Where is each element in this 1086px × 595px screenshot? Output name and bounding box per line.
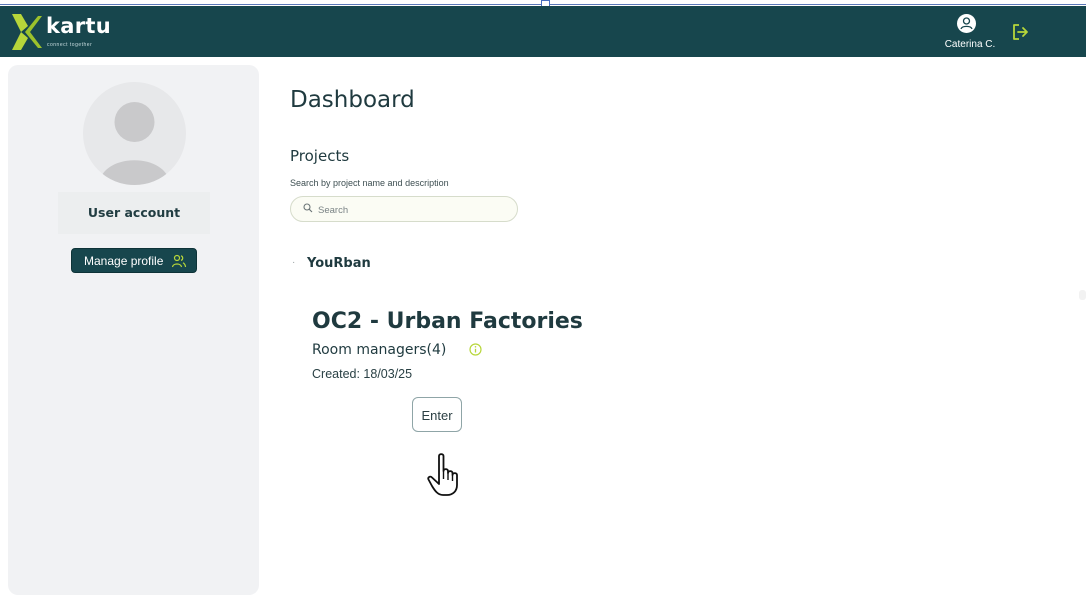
search-label: Search by project name and description: [290, 178, 449, 188]
user-name: Caterina C.: [944, 39, 996, 50]
user-circle-icon: [957, 14, 976, 33]
search-box[interactable]: [290, 196, 518, 222]
manage-profile-label: Manage profile: [84, 254, 164, 268]
project-created-date: Created: 18/03/25: [312, 367, 413, 381]
logout-icon[interactable]: [1010, 22, 1030, 42]
user-menu[interactable]: Caterina C.: [940, 14, 1000, 54]
user-account-label: User account: [58, 192, 210, 234]
logo-tagline: connect together: [47, 42, 93, 48]
kartu-logo[interactable]: kartu connect together: [8, 12, 128, 52]
search-input[interactable]: [316, 201, 510, 219]
group-collapse-toggle[interactable]: ·: [292, 257, 295, 268]
logo-wordmark: kartu: [46, 14, 111, 38]
info-icon[interactable]: [469, 343, 482, 356]
users-icon: [171, 254, 187, 268]
hand-pointer-icon: [427, 453, 458, 496]
room-managers-count: Room managers(4): [312, 342, 447, 358]
projects-heading: Projects: [290, 147, 350, 165]
k-logo-icon: [12, 14, 42, 50]
profile-sidebar: User account Manage profile: [8, 65, 259, 595]
top-navbar: kartu connect together Caterina C.: [0, 6, 1086, 57]
avatar-placeholder-icon: [83, 82, 186, 185]
scroll-indicator[interactable]: [1079, 290, 1086, 300]
project-title: OC2 - Urban Factories: [312, 309, 583, 334]
page-title: Dashboard: [290, 87, 415, 113]
search-icon: [303, 203, 313, 213]
enter-project-button[interactable]: Enter: [412, 397, 462, 432]
group-name: YouRban: [307, 256, 371, 271]
manage-profile-button[interactable]: Manage profile: [71, 248, 197, 273]
